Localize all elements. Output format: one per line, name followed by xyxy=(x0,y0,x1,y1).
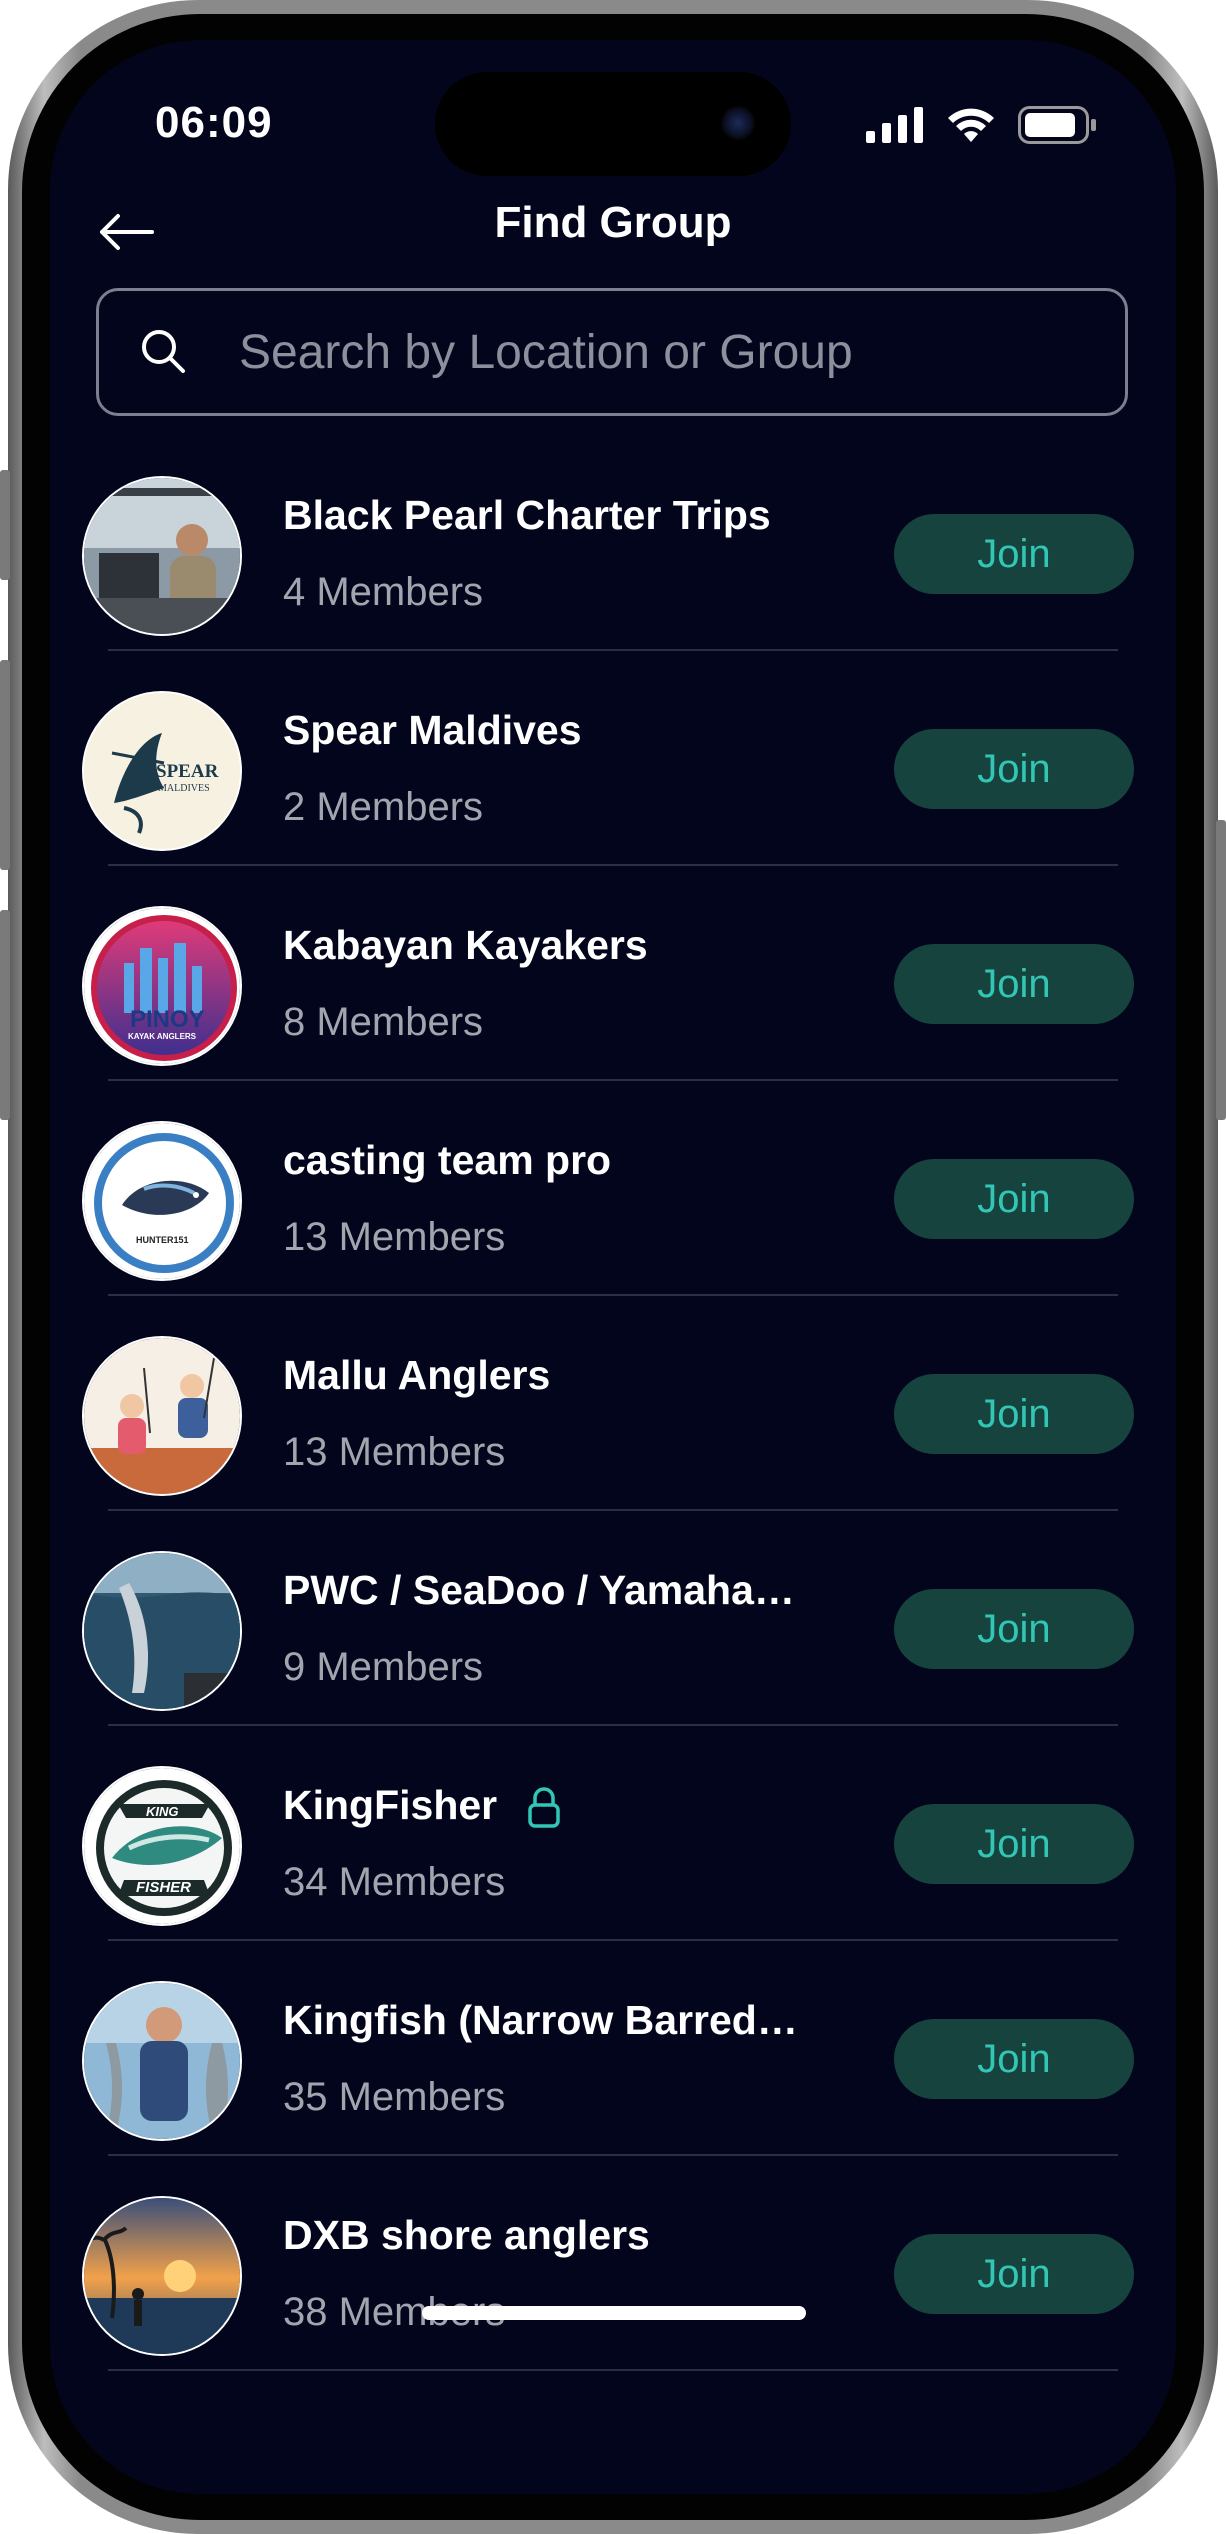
member-count: 2 Members xyxy=(283,785,484,829)
member-count: 8 Members xyxy=(283,1000,484,1044)
group-avatar xyxy=(82,1336,242,1496)
member-count: 13 Members xyxy=(283,1430,506,1474)
home-indicator[interactable] xyxy=(422,2306,806,2320)
wifi-icon xyxy=(948,108,994,142)
member-count: 4 Members xyxy=(283,570,484,614)
group-avatar xyxy=(82,2196,242,2356)
group-name: casting team pro xyxy=(283,1137,612,1183)
group-avatar: HUNTER151 xyxy=(82,1121,242,1281)
member-count: 34 Members xyxy=(283,1860,506,1904)
join-button[interactable]: Join xyxy=(894,514,1134,594)
group-row[interactable]: SPEAR MALDIVES Spear Maldives 2 Members … xyxy=(50,651,1176,866)
phone-side-button xyxy=(0,660,10,870)
lock-icon xyxy=(528,1787,560,1828)
group-name: Mallu Anglers xyxy=(283,1352,551,1398)
group-avatar: PINOY KAYAK ANGLERS xyxy=(82,906,242,1066)
group-row[interactable]: PINOY KAYAK ANGLERS Kabayan Kayakers 8 M… xyxy=(50,866,1176,1081)
member-count: 13 Members xyxy=(283,1215,506,1259)
group-name: DXB shore anglers xyxy=(283,2212,650,2258)
search-placeholder: Search by Location or Group xyxy=(239,325,853,379)
join-button[interactable]: Join xyxy=(894,2019,1134,2099)
avatar-logo-text: HUNTER151 xyxy=(136,1235,189,1245)
member-count: 35 Members xyxy=(283,2075,506,2119)
cellular-signal-icon xyxy=(866,107,923,143)
phone-power-button xyxy=(1216,820,1226,1120)
group-row[interactable]: Mallu Anglers 13 Members Join xyxy=(50,1296,1176,1511)
join-button[interactable]: Join xyxy=(894,1589,1134,1669)
group-avatar xyxy=(82,476,242,636)
member-count: 9 Members xyxy=(283,1645,484,1689)
join-button[interactable]: Join xyxy=(894,2234,1134,2314)
group-avatar xyxy=(82,1551,242,1711)
join-button[interactable]: Join xyxy=(894,1159,1134,1239)
avatar-logo-subtext: KAYAK ANGLERS xyxy=(128,1032,197,1041)
group-row[interactable]: PWC / SeaDoo / Yamaha… 9 Members Join xyxy=(50,1511,1176,1726)
divider xyxy=(108,2369,1118,2371)
avatar-logo-text: SPEAR xyxy=(156,761,219,782)
group-name: PWC / SeaDoo / Yamaha… xyxy=(283,1567,795,1613)
avatar-logo-text: KING xyxy=(146,1804,179,1819)
group-avatar: SPEAR MALDIVES xyxy=(82,691,242,851)
top-bar: Find Group xyxy=(50,188,1176,268)
phone-side-button xyxy=(0,910,10,1120)
group-list: Black Pearl Charter Trips 4 Members Join… xyxy=(50,436,1176,2371)
search-input[interactable]: Search by Location or Group xyxy=(96,288,1128,416)
avatar-logo-subtext: FISHER xyxy=(136,1879,192,1896)
group-name: Spear Maldives xyxy=(283,707,582,753)
group-name: KingFisher xyxy=(283,1782,561,1829)
join-button[interactable]: Join xyxy=(894,1804,1134,1884)
battery-icon xyxy=(1018,106,1096,144)
group-row[interactable]: HUNTER151 casting team pro 13 Members Jo… xyxy=(50,1081,1176,1296)
group-avatar xyxy=(82,1981,242,2141)
avatar-logo-text: PINOY xyxy=(130,1006,205,1033)
join-button[interactable]: Join xyxy=(894,729,1134,809)
group-row[interactable]: Black Pearl Charter Trips 4 Members Join xyxy=(50,436,1176,651)
join-button[interactable]: Join xyxy=(894,944,1134,1024)
avatar-logo-subtext: MALDIVES xyxy=(158,783,210,794)
group-name: Kabayan Kayakers xyxy=(283,922,648,968)
group-name: Black Pearl Charter Trips xyxy=(283,492,771,538)
join-button[interactable]: Join xyxy=(894,1374,1134,1454)
dynamic-island xyxy=(435,72,791,176)
status-time: 06:09 xyxy=(155,98,273,147)
group-row[interactable]: DXB shore anglers 38 Members Join xyxy=(50,2156,1176,2371)
phone-side-button xyxy=(0,470,10,580)
group-row[interactable]: KING FISHER KingFisher 34 Members Join xyxy=(50,1726,1176,1941)
app-screen: 06:09 Find Group Search by Location or G… xyxy=(50,40,1176,2494)
group-avatar: KING FISHER xyxy=(82,1766,242,1926)
search-icon xyxy=(142,330,185,373)
group-row[interactable]: Kingfish (Narrow Barred… 35 Members Join xyxy=(50,1941,1176,2156)
group-name-text: KingFisher xyxy=(283,1782,498,1828)
page-title: Find Group xyxy=(494,198,732,247)
status-icons xyxy=(866,106,1098,144)
group-name: Kingfish (Narrow Barred… xyxy=(283,1997,798,2043)
camera-icon xyxy=(721,106,755,140)
